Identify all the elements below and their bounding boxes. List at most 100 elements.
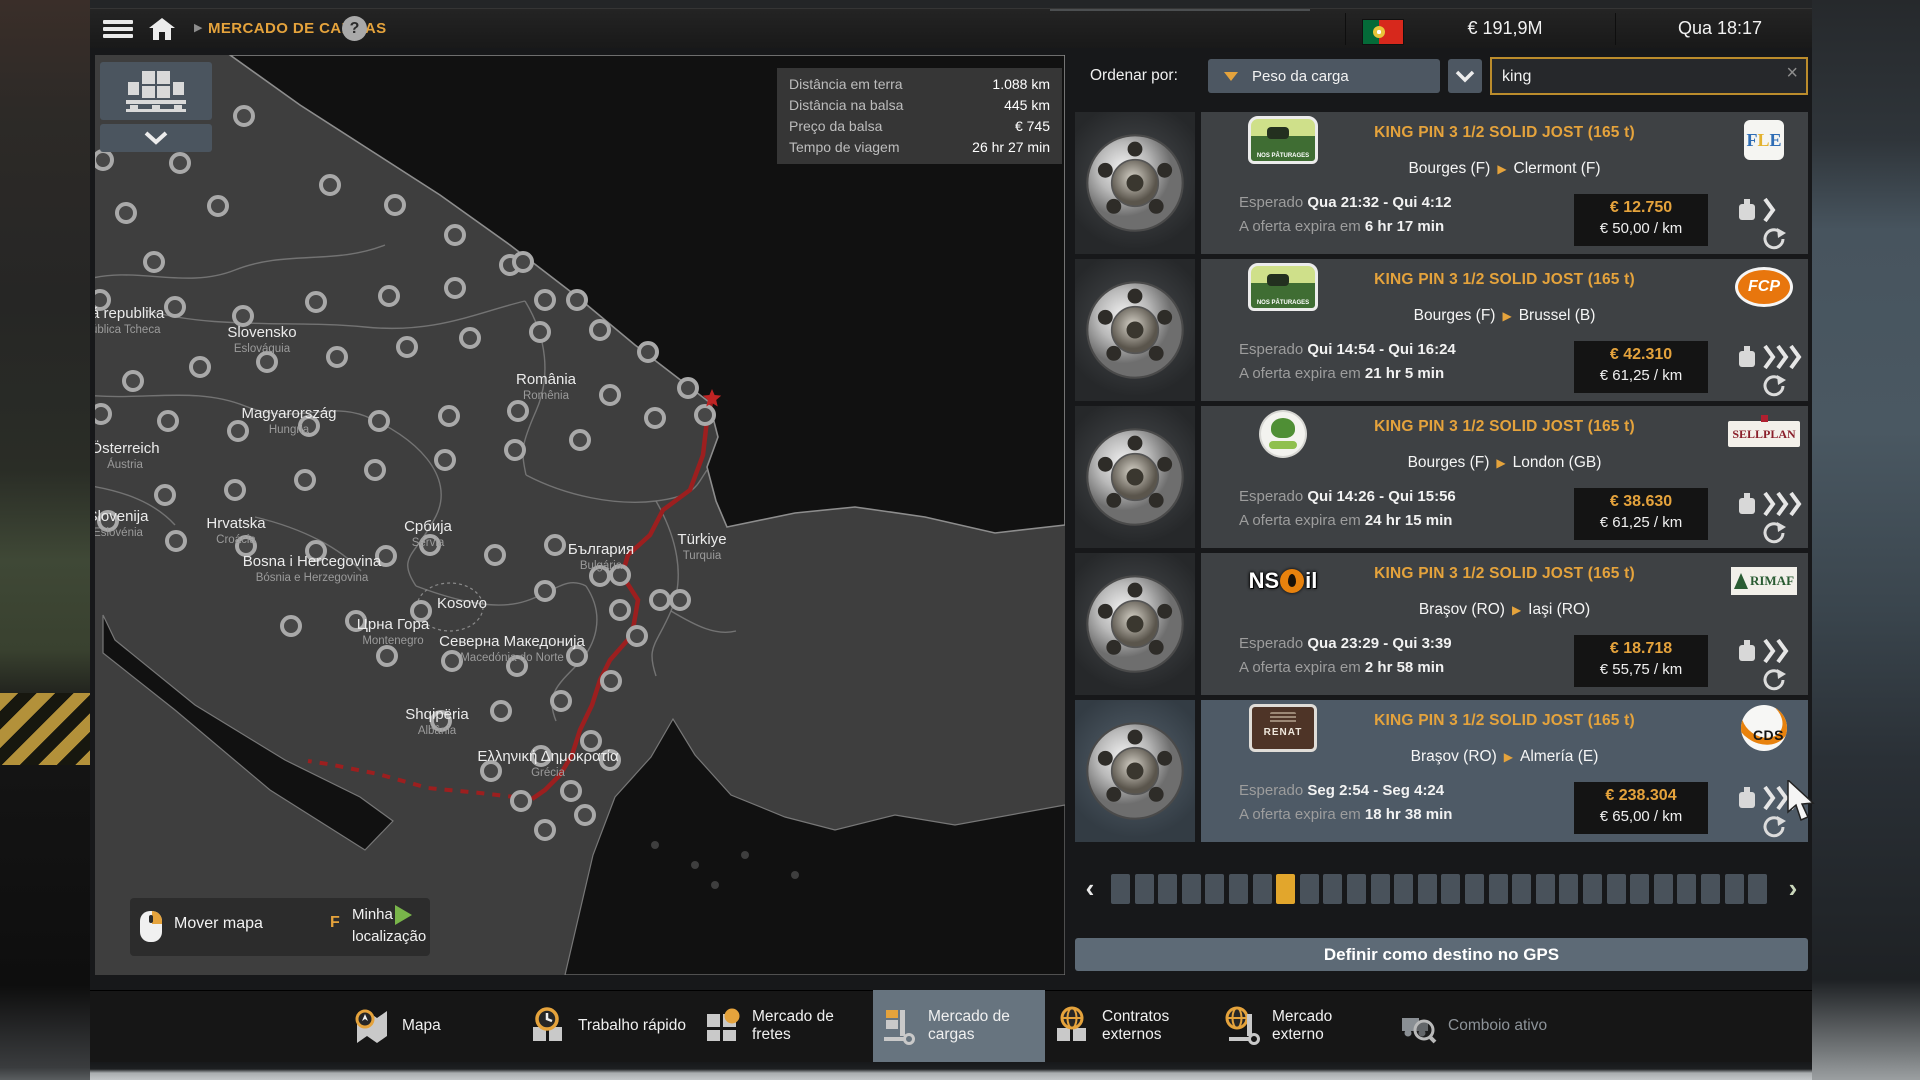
city-node[interactable] — [611, 601, 629, 619]
page-block[interactable] — [1229, 874, 1248, 904]
page-block[interactable] — [1465, 874, 1484, 904]
city-node[interactable] — [370, 412, 388, 430]
city-node[interactable] — [671, 591, 689, 609]
page-block[interactable] — [1347, 874, 1366, 904]
page-next-button[interactable]: › — [1778, 872, 1808, 906]
page-block[interactable] — [1205, 874, 1224, 904]
city-node[interactable] — [443, 652, 461, 670]
page-block[interactable] — [1182, 874, 1201, 904]
clear-search-icon[interactable]: × — [1786, 62, 1798, 85]
tab-clock[interactable]: Trabalho rápido — [528, 990, 688, 1062]
page-block[interactable] — [1654, 874, 1673, 904]
map-panel[interactable]: á republikaública TchecaSlovenskoEslováq… — [95, 55, 1065, 975]
city-node[interactable] — [282, 617, 300, 635]
tab-external[interactable]: Mercado externo — [1222, 990, 1382, 1062]
city-node[interactable] — [461, 329, 479, 347]
city-node[interactable] — [552, 692, 570, 710]
city-node[interactable] — [506, 441, 524, 459]
city-node[interactable] — [531, 323, 549, 341]
city-node[interactable] — [440, 407, 458, 425]
cargo-offer-card[interactable]: NOS PÂTURAGES KING PIN 3 1/2 SOLID JOST … — [1075, 259, 1808, 401]
home-icon[interactable] — [148, 17, 176, 46]
city-node[interactable] — [95, 151, 112, 169]
city-node[interactable] — [514, 253, 532, 271]
city-node[interactable] — [378, 647, 396, 665]
city-node[interactable] — [646, 409, 664, 427]
tab-map[interactable]: Mapa — [352, 990, 512, 1062]
set-gps-destination-button[interactable]: Definir como destino no GPS — [1075, 938, 1808, 971]
city-node[interactable] — [366, 461, 384, 479]
city-node[interactable] — [571, 431, 589, 449]
menu-icon[interactable] — [103, 20, 133, 38]
city-node[interactable] — [512, 792, 530, 810]
sort-dropdown[interactable]: Peso da carga — [1208, 59, 1440, 93]
page-block[interactable] — [1371, 874, 1390, 904]
city-node[interactable] — [380, 287, 398, 305]
city-node[interactable] — [536, 291, 554, 309]
page-block[interactable] — [1748, 874, 1767, 904]
city-node[interactable] — [95, 405, 110, 423]
map-options-collapse-button[interactable] — [100, 124, 212, 152]
city-node[interactable] — [536, 821, 554, 839]
city-node[interactable] — [651, 591, 669, 609]
cargo-offer-card[interactable]: RENAT KING PIN 3 1/2 SOLID JOST (165 t) … — [1075, 700, 1808, 842]
page-block[interactable] — [1111, 874, 1130, 904]
city-node[interactable] — [191, 358, 209, 376]
city-node[interactable] — [509, 402, 527, 420]
city-node[interactable] — [209, 197, 227, 215]
city-node[interactable] — [235, 107, 253, 125]
page-block[interactable] — [1323, 874, 1342, 904]
page-block[interactable] — [1394, 874, 1413, 904]
tab-freight[interactable]: Mercado de fretes — [702, 990, 862, 1062]
city-node[interactable] — [601, 386, 619, 404]
city-node[interactable] — [492, 702, 510, 720]
city-node[interactable] — [171, 154, 189, 172]
city-node[interactable] — [446, 226, 464, 244]
city-node[interactable] — [591, 321, 609, 339]
city-node[interactable] — [124, 372, 142, 390]
search-input[interactable] — [1500, 61, 1774, 93]
city-node[interactable] — [386, 196, 404, 214]
page-block[interactable] — [1630, 874, 1649, 904]
city-node[interactable] — [226, 481, 244, 499]
cargo-offer-card[interactable]: KING PIN 3 1/2 SOLID JOST (165 t) SELLPL… — [1075, 406, 1808, 548]
page-block[interactable] — [1583, 874, 1602, 904]
city-node[interactable] — [546, 536, 564, 554]
city-node[interactable] — [229, 422, 247, 440]
tab-cargo[interactable]: Mercado de cargas — [878, 990, 1038, 1062]
page-block[interactable] — [1300, 874, 1319, 904]
city-node[interactable] — [568, 291, 586, 309]
page-block[interactable] — [1701, 874, 1720, 904]
city-node[interactable] — [486, 546, 504, 564]
page-block-active[interactable] — [1276, 874, 1295, 904]
tab-contracts[interactable]: Contratos externos — [1052, 990, 1212, 1062]
europe-map[interactable]: á republikaública TchecaSlovenskoEslováq… — [95, 55, 1065, 975]
city-node[interactable] — [398, 338, 416, 356]
page-block[interactable] — [1536, 874, 1555, 904]
page-block[interactable] — [1158, 874, 1177, 904]
trailer-filter-button[interactable] — [100, 62, 212, 120]
city-node[interactable] — [321, 176, 339, 194]
page-block[interactable] — [1135, 874, 1154, 904]
city-node[interactable] — [167, 532, 185, 550]
page-block[interactable] — [1607, 874, 1626, 904]
city-node[interactable] — [602, 672, 620, 690]
cargo-offer-card[interactable]: NOS PÂTURAGES KING PIN 3 1/2 SOLID JOST … — [1075, 112, 1808, 254]
city-node[interactable] — [536, 582, 554, 600]
page-block[interactable] — [1677, 874, 1696, 904]
page-block[interactable] — [1489, 874, 1508, 904]
page-block[interactable] — [1253, 874, 1272, 904]
city-node[interactable] — [117, 204, 135, 222]
search-box[interactable]: × — [1490, 57, 1808, 95]
city-node[interactable] — [296, 471, 314, 489]
page-block[interactable] — [1441, 874, 1460, 904]
city-node[interactable] — [307, 293, 325, 311]
city-node[interactable] — [166, 298, 184, 316]
city-node[interactable] — [258, 353, 276, 371]
page-block[interactable] — [1725, 874, 1744, 904]
page-block[interactable] — [1559, 874, 1578, 904]
help-icon[interactable]: ? — [342, 16, 367, 41]
city-node[interactable] — [696, 406, 714, 424]
city-node[interactable] — [156, 486, 174, 504]
city-node[interactable] — [639, 343, 657, 361]
